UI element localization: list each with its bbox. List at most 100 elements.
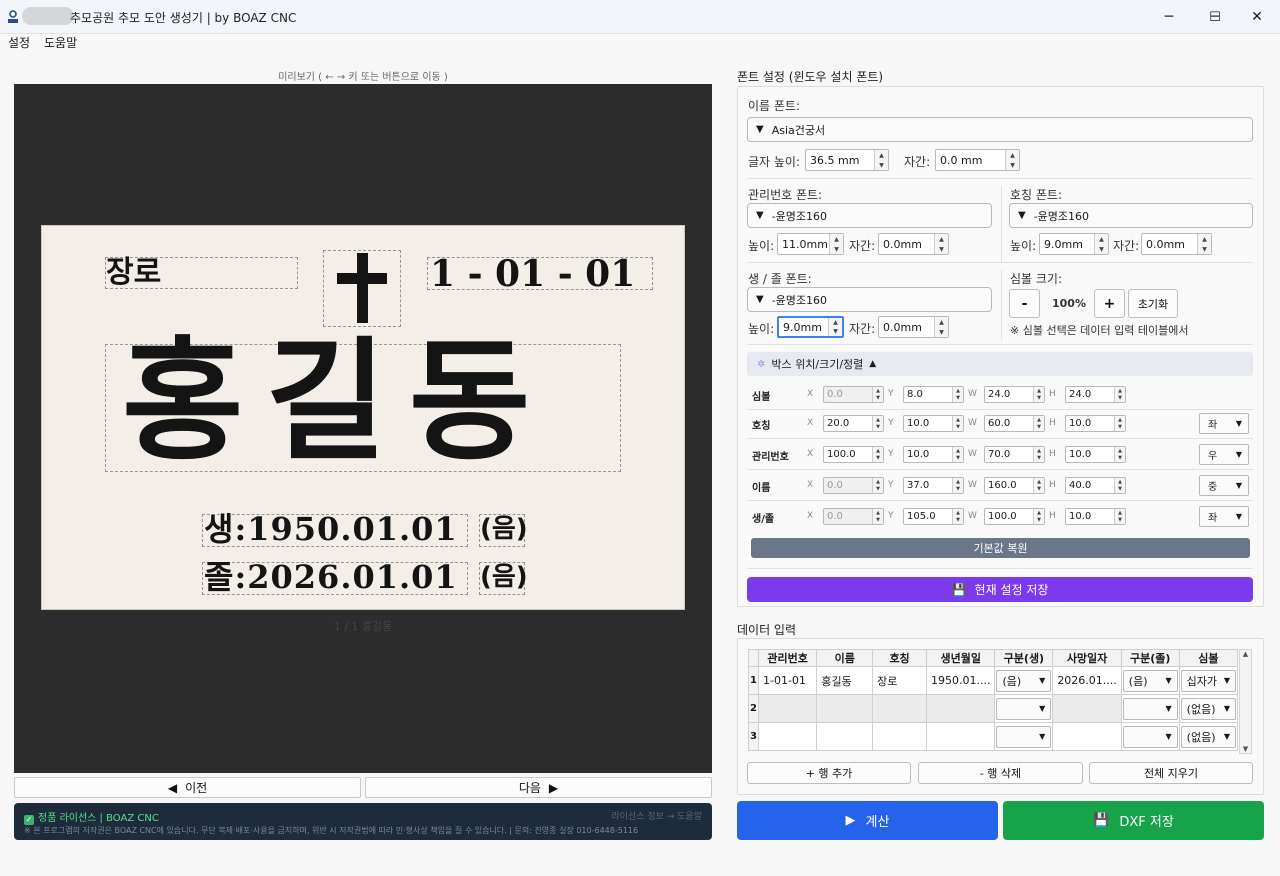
col-mgmt[interactable]: 관리번호 — [757, 649, 818, 667]
title-spacing-input[interactable]: 0.0mm ▲ ▼ — [1141, 233, 1212, 255]
col-name[interactable]: 이름 — [816, 649, 874, 667]
menu-help[interactable]: 도움말 — [44, 34, 77, 51]
cell-death-tag[interactable]: ▼ — [1120, 694, 1180, 723]
box-h-input[interactable]: 10.0 ▲ ▼ — [1065, 415, 1126, 432]
spin-arrows-icon[interactable]: ▲ ▼ — [1033, 416, 1044, 431]
box-x-input[interactable]: 100.0 ▲ ▼ — [823, 446, 884, 463]
spin-arrows-icon[interactable]: ▲ ▼ — [1005, 150, 1019, 170]
spin-arrows-icon[interactable]: ▲ ▼ — [872, 416, 883, 431]
cell-mgmt[interactable] — [757, 722, 818, 751]
box-h-input[interactable]: 40.0 ▲ ▼ — [1065, 477, 1126, 494]
box-y-input[interactable]: 37.0 ▲ ▼ — [903, 477, 964, 494]
cell-birth-tag[interactable]: ▼ — [994, 694, 1054, 723]
cell-death-tag[interactable]: (음) ▼ — [1120, 666, 1180, 695]
box-w-input[interactable]: 24.0 ▲ ▼ — [984, 386, 1045, 403]
box-align-select[interactable]: 우 ▼ — [1199, 444, 1249, 465]
cell-birth[interactable] — [925, 722, 996, 751]
cell-mgmt[interactable] — [757, 694, 818, 723]
row-number[interactable]: 3 — [748, 722, 759, 751]
box-w-input[interactable]: 70.0 ▲ ▼ — [984, 446, 1045, 463]
box-h-input[interactable]: 10.0 ▲ ▼ — [1065, 446, 1126, 463]
cell-name[interactable]: 홍길동 — [816, 666, 874, 695]
table-row[interactable]: 2 ▼ ▼ (없음) ▼ — [748, 694, 1239, 723]
dxf-save-button[interactable]: 💾 DXF 저장 — [1003, 801, 1264, 840]
death-tag-select[interactable]: (음) ▼ — [1122, 669, 1178, 692]
mgmt-height-input[interactable]: 11.0mm ▲ ▼ — [777, 233, 844, 255]
death-tag-select[interactable]: ▼ — [1122, 725, 1178, 748]
spin-arrows-icon[interactable]: ▲ ▼ — [829, 234, 843, 254]
box-w-input[interactable]: 100.0 ▲ ▼ — [984, 508, 1045, 525]
symbol-select[interactable]: (없음) ▼ — [1180, 725, 1236, 748]
box-x-input[interactable]: 20.0 ▲ ▼ — [823, 415, 884, 432]
table-scrollbar[interactable]: ▲ ▼ — [1239, 649, 1252, 754]
mgmt-spacing-input[interactable]: 0.0mm ▲ ▼ — [878, 233, 949, 255]
date-spacing-input[interactable]: 0.0mm ▲ ▼ — [878, 316, 949, 338]
char-height-input[interactable]: 36.5 mm ▲ ▼ — [805, 149, 889, 171]
cell-title[interactable] — [872, 722, 927, 751]
spacing-input[interactable]: 0.0 mm ▲ ▼ — [935, 149, 1020, 171]
spin-arrows-icon[interactable]: ▲ ▼ — [874, 150, 888, 170]
box-settings-toggle[interactable]: ✲ 박스 위치/크기/정렬 ▲ — [747, 352, 1253, 376]
title-height-input[interactable]: 9.0mm ▲ ▼ — [1039, 233, 1109, 255]
row-number[interactable]: 2 — [748, 694, 759, 723]
cell-birth-tag[interactable]: (음) ▼ — [994, 666, 1054, 695]
cell-death[interactable] — [1052, 722, 1122, 751]
save-settings-button[interactable]: 💾 현재 설정 저장 — [747, 577, 1253, 602]
spin-arrows-icon[interactable]: ▲ ▼ — [828, 318, 842, 336]
spin-arrows-icon[interactable]: ▲ ▼ — [1033, 387, 1044, 402]
cell-death-tag[interactable]: ▼ — [1120, 722, 1180, 751]
spin-arrows-icon[interactable]: ▲ ▼ — [1114, 478, 1125, 493]
col-death[interactable]: 사망일자 — [1052, 649, 1122, 667]
spin-arrows-icon[interactable]: ▲ ▼ — [1114, 509, 1125, 524]
restore-defaults-button[interactable]: 기본값 복원 — [751, 538, 1250, 558]
birth-tag-select[interactable]: ▼ — [996, 725, 1052, 748]
mgmt-font-select[interactable]: ▼ -윤명조160 — [747, 203, 992, 228]
cell-symbol[interactable]: 십자가 ▼ — [1178, 666, 1239, 695]
cell-title[interactable]: 장로 — [872, 666, 927, 695]
table-row[interactable]: 1 1-01-01 홍길동 장로 1950.01.... (음) ▼ 2026.01....(… — [748, 666, 1239, 695]
symbol-grow-button[interactable]: + — [1094, 289, 1125, 318]
maximize-window-button[interactable]: ☐ — [1192, 0, 1238, 34]
box-y-input[interactable]: 10.0 ▲ ▼ — [903, 415, 964, 432]
cell-birth[interactable] — [925, 694, 996, 723]
title-font-select[interactable]: ▼ -윤명조160 — [1009, 203, 1253, 228]
spin-arrows-icon[interactable]: ▲ ▼ — [872, 509, 883, 524]
spin-arrows-icon[interactable]: ▲ ▼ — [1033, 447, 1044, 462]
box-y-input[interactable]: 10.0 ▲ ▼ — [903, 446, 964, 463]
spin-arrows-icon[interactable]: ▲ ▼ — [1114, 447, 1125, 462]
spin-arrows-icon[interactable]: ▲ ▼ — [934, 234, 948, 254]
spin-arrows-icon[interactable]: ▲ ▼ — [952, 447, 963, 462]
box-y-input[interactable]: 105.0 ▲ ▼ — [903, 508, 964, 525]
cell-birth-tag[interactable]: ▼ — [994, 722, 1054, 751]
birth-tag-select[interactable]: (음) ▼ — [996, 669, 1052, 692]
cell-birth[interactable]: 1950.01.... — [925, 666, 996, 695]
minimize-window-button[interactable]: ─ — [1146, 0, 1192, 34]
license-info-link[interactable]: 라이선스 정보 → 도움말 — [611, 809, 702, 822]
box-align-select[interactable]: 중 ▼ — [1199, 475, 1249, 496]
box-align-select[interactable]: 좌 ▼ — [1199, 506, 1249, 527]
spin-arrows-icon[interactable]: ▲ ▼ — [1197, 234, 1211, 254]
cell-mgmt[interactable]: 1-01-01 — [757, 666, 818, 695]
symbol-select[interactable]: 십자가 ▼ — [1180, 669, 1236, 692]
cell-death[interactable] — [1052, 694, 1122, 723]
box-w-input[interactable]: 160.0 ▲ ▼ — [984, 477, 1045, 494]
cell-symbol[interactable]: (없음) ▼ — [1178, 694, 1239, 723]
box-y-input[interactable]: 8.0 ▲ ▼ — [903, 386, 964, 403]
col-birth[interactable]: 생년월일 — [925, 649, 996, 667]
col-birth-tag[interactable]: 구분(생) — [994, 649, 1054, 667]
clear-all-button[interactable]: 전체 지우기 — [1089, 762, 1253, 784]
cell-death[interactable]: 2026.01.... — [1052, 666, 1122, 695]
cell-name[interactable] — [816, 722, 874, 751]
box-h-input[interactable]: 24.0 ▲ ▼ — [1065, 386, 1126, 403]
birth-tag-select[interactable]: ▼ — [996, 697, 1052, 720]
calc-button[interactable]: ▶ 계산 — [737, 801, 998, 840]
spin-arrows-icon[interactable]: ▲ ▼ — [952, 478, 963, 493]
col-death-tag[interactable]: 구분(졸) — [1120, 649, 1180, 667]
spin-arrows-icon[interactable]: ▲ ▼ — [872, 447, 883, 462]
box-align-select[interactable]: 좌 ▼ — [1199, 413, 1249, 434]
add-row-button[interactable]: + 행 추가 — [747, 762, 911, 784]
col-symbol[interactable]: 심볼 — [1178, 649, 1239, 667]
box-w-input[interactable]: 60.0 ▲ ▼ — [984, 415, 1045, 432]
spin-arrows-icon[interactable]: ▲ ▼ — [952, 509, 963, 524]
symbol-reset-button[interactable]: 초기화 — [1128, 289, 1178, 318]
